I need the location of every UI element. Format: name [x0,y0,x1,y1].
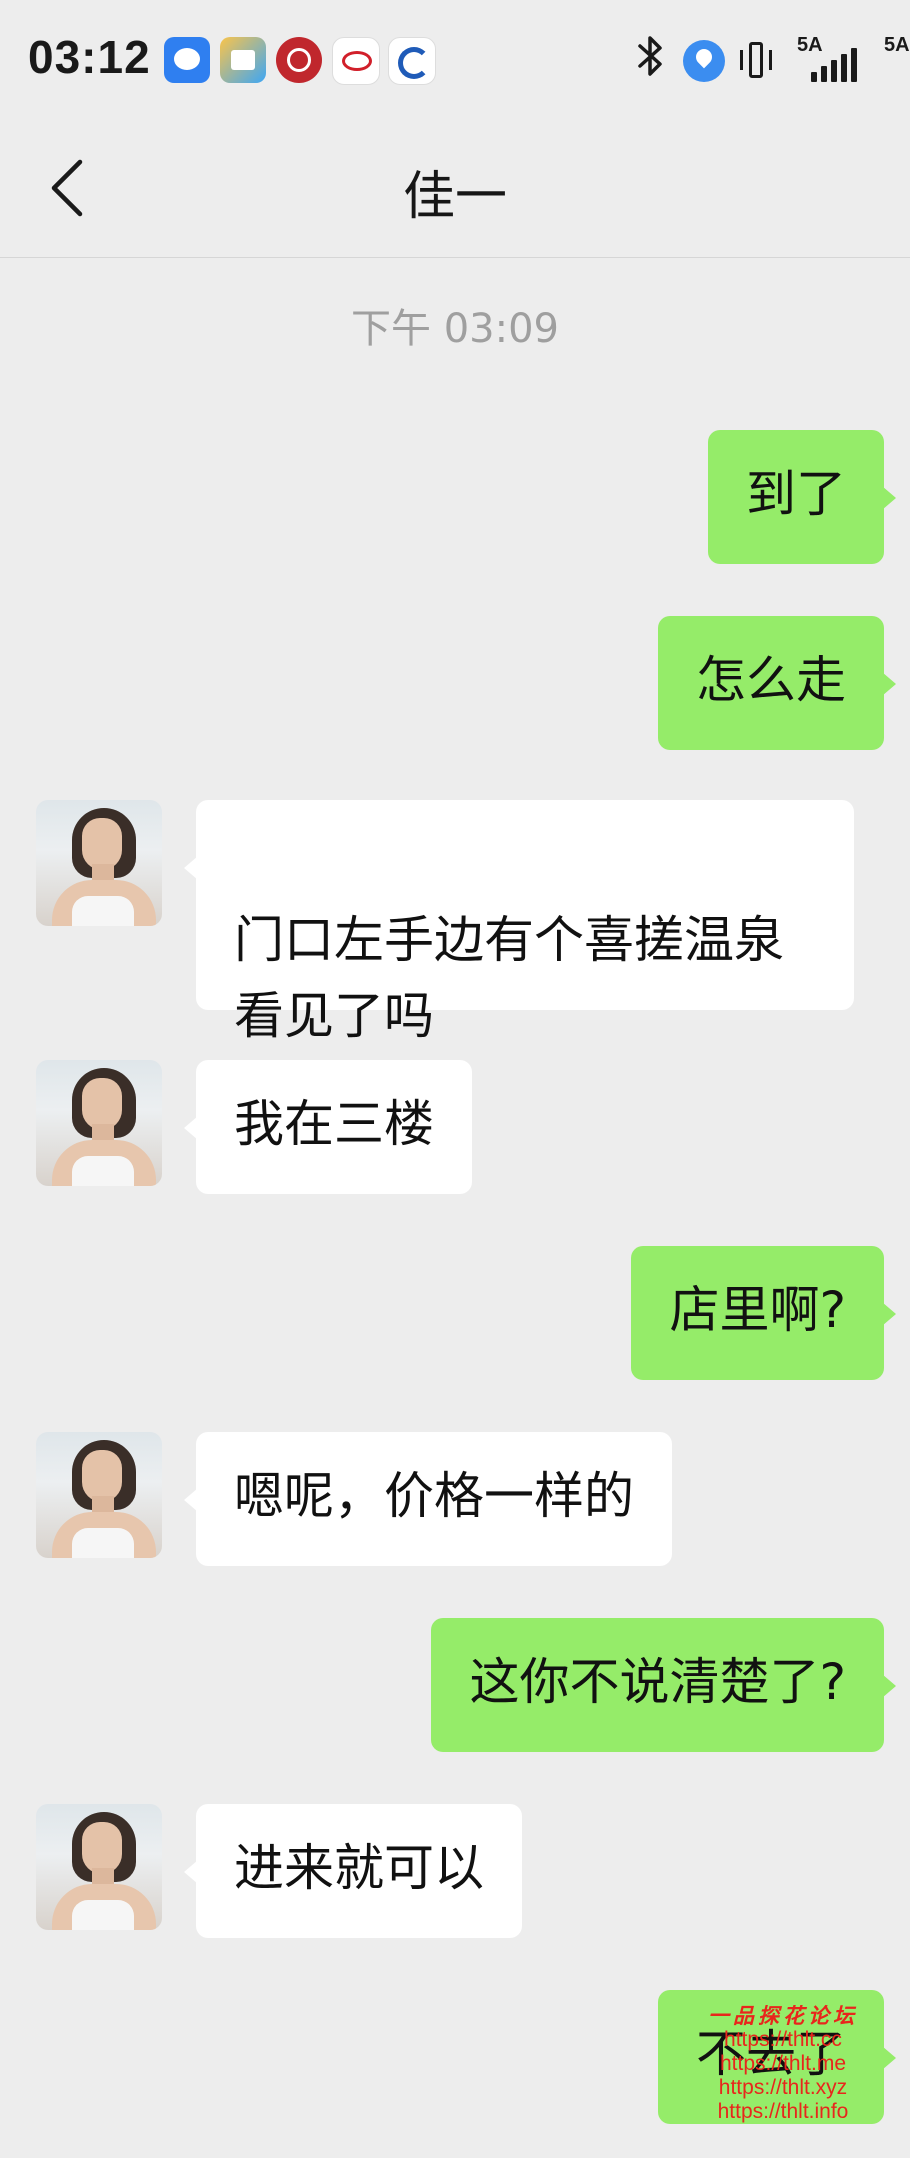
sent-message-bubble[interactable]: 怎么走 [658,616,896,750]
chat-header: 佳一 [0,118,910,258]
watermark-url: https://thlt.info [717,2100,849,2123]
signal-icon: 5A [797,34,857,84]
sent-message-bubble[interactable]: 店里啊? [631,1246,896,1380]
bank-app-icon [276,37,322,83]
message-text: 门口左手边有个喜搓温泉 看见了吗 [234,911,784,1045]
secondary-signal-icon: 5A [884,34,910,84]
watermark-title: 一品探花论坛 [708,2003,858,2028]
received-message-bubble[interactable]: 嗯呢，价格一样的 [184,1432,672,1566]
forum-watermark: 一品探花论坛 https://thlt.cc https://thlt.me h… [688,2004,878,2124]
contact-avatar[interactable] [36,1432,162,1558]
bluetooth-icon [636,34,666,87]
toyota-app-icon [332,37,380,85]
message-text: 这你不说清楚了? [469,1653,846,1711]
vibrate-icon [740,40,774,82]
watermark-url: https://thlt.me [719,2052,847,2075]
received-message-bubble[interactable]: 门口左手边有个喜搓温泉 看见了吗 [184,800,854,1045]
message-text: 怎么走 [696,651,846,709]
watermark-url: https://thlt.cc [724,2028,842,2051]
network-type-label-secondary: 5A [884,34,910,56]
sent-message-bubble[interactable]: 到了 [708,430,896,564]
message-text: 嗯呢，价格一样的 [234,1467,634,1525]
received-message-bubble[interactable]: 我在三楼 [184,1060,472,1194]
message-text: 我在三楼 [234,1095,434,1153]
chat-bubble-icon [164,37,210,83]
sent-message-bubble[interactable]: 这你不说清楚了? [431,1618,896,1752]
contact-avatar[interactable] [36,1060,162,1186]
message-timestamp: 下午 03:09 [351,306,559,352]
message-text: 进来就可以 [234,1839,484,1897]
signal-bars [811,48,857,82]
contact-avatar[interactable] [36,1804,162,1930]
watermark-url: https://thlt.xyz [718,2076,848,2099]
received-message-bubble[interactable]: 进来就可以 [184,1804,522,1938]
message-text: 店里啊? [669,1281,846,1339]
crescent-app-icon [388,37,436,85]
message-text: 到了 [746,465,846,523]
contact-name: 佳一 [402,167,507,227]
chat-screen: 03:12 5A 5A 佳一 下午 03:09 到了 怎么走 门口左手边有个喜搓… [0,0,910,2158]
location-icon [683,40,725,82]
mail-app-icon [220,37,266,83]
status-bar: 03:12 5A 5A [0,0,910,118]
status-time: 03:12 [28,31,151,83]
contact-avatar[interactable] [36,800,162,926]
